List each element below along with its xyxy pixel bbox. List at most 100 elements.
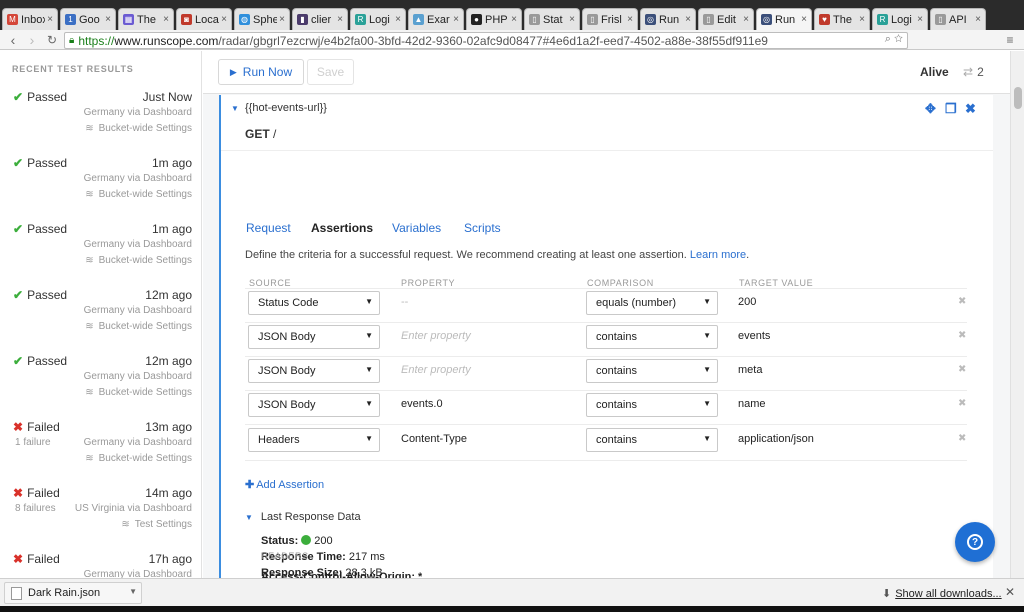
browser-tab[interactable]: ▮ clier × — [292, 8, 348, 30]
browser-tab[interactable]: ▲ Exar × — [408, 8, 464, 30]
target-value-field[interactable]: events — [738, 330, 770, 342]
remove-assertion-icon[interactable]: ✖ — [958, 398, 966, 409]
browser-tab[interactable]: ♥ The × — [814, 8, 870, 30]
remove-assertion-icon[interactable]: ✖ — [958, 433, 966, 444]
target-value-field[interactable]: name — [738, 398, 766, 410]
tab-close-icon[interactable]: × — [569, 14, 575, 25]
source-select[interactable]: JSON Body ▼ — [248, 359, 380, 383]
result-item[interactable]: ✔ Passed 1m ago Germany via Dashboard ≋ Bucke… — [0, 222, 201, 288]
zoom-star-icon[interactable]: ⌕ ☆ — [885, 33, 903, 46]
remove-assertion-icon[interactable]: ✖ — [958, 296, 966, 307]
property-field[interactable]: -- — [401, 296, 408, 308]
comparison-select[interactable]: contains ▼ — [586, 359, 718, 383]
column-target-value: TARGET VALUE — [739, 278, 814, 288]
browser-tab[interactable]: R Logi × — [872, 8, 928, 30]
chrome-menu-icon[interactable]: ≡ — [1002, 30, 1018, 50]
run-now-button[interactable]: ▶ Run Now — [218, 59, 304, 85]
tab-close-icon[interactable]: × — [163, 14, 169, 25]
target-value-field[interactable]: application/json — [738, 433, 814, 445]
collapse-icon[interactable]: ▼ — [231, 104, 239, 113]
tab-close-icon[interactable]: × — [453, 14, 459, 25]
download-item[interactable]: Dark Rain.json ▼ — [4, 582, 142, 604]
comparison-select[interactable]: equals (number) ▼ — [586, 291, 718, 315]
result-item[interactable]: ✖ Failed 13m ago 1 failure Germany via Dashb… — [0, 420, 201, 486]
browser-tab[interactable]: ▯ Frisl × — [582, 8, 638, 30]
browser-tab[interactable]: ▯ API × — [930, 8, 986, 30]
property-field[interactable]: events.0 — [401, 398, 443, 410]
browser-tab[interactable]: ▦ The × — [118, 8, 174, 30]
row-divider — [245, 356, 967, 357]
result-item[interactable]: ✖ Failed 14m ago 8 failures US Virginia via … — [0, 486, 201, 552]
learn-more-link[interactable]: Learn more — [690, 249, 746, 261]
browser-tab[interactable]: ● PHP × — [466, 8, 522, 30]
target-value-field[interactable]: meta — [738, 364, 762, 376]
tab-close-icon[interactable]: × — [337, 14, 343, 25]
comparison-select[interactable]: contains ▼ — [586, 325, 718, 349]
remove-assertion-icon[interactable]: ✖ — [958, 330, 966, 341]
close-downloads-icon[interactable]: ✕ — [1005, 585, 1015, 599]
comparison-select[interactable]: contains ▼ — [586, 428, 718, 452]
reload-icon[interactable]: ↻ — [44, 30, 60, 50]
browser-tab[interactable]: ◍ Sphe × — [234, 8, 290, 30]
tab-variables[interactable]: Variables — [392, 221, 441, 235]
tab-close-icon[interactable]: × — [801, 14, 807, 25]
tab-close-icon[interactable]: × — [975, 14, 981, 25]
comparison-select[interactable]: contains ▼ — [586, 393, 718, 417]
move-icon[interactable]: ✥ — [925, 101, 936, 117]
duplicate-icon[interactable]: ❐ — [945, 101, 957, 117]
chevron-down-icon[interactable]: ▼ — [129, 587, 137, 596]
target-value-field[interactable]: 200 — [738, 296, 756, 308]
result-time: 12m ago — [145, 354, 192, 368]
result-item[interactable]: ✔ Passed 12m ago Germany via Dashboard ≋ Buck… — [0, 354, 201, 420]
property-field[interactable]: Content-Type — [401, 433, 467, 445]
result-item[interactable]: ✔ Passed 1m ago Germany via Dashboard ≋ Bucke… — [0, 156, 201, 222]
scrollbar-thumb[interactable] — [1014, 87, 1022, 109]
save-button[interactable]: Save — [307, 59, 354, 85]
browser-tab[interactable]: MInbox× — [2, 8, 58, 30]
source-select[interactable]: JSON Body ▼ — [248, 325, 380, 349]
tab-close-icon[interactable]: × — [743, 14, 749, 25]
property-field[interactable]: Enter property — [401, 330, 471, 342]
test-name[interactable]: Alive — [920, 65, 949, 79]
result-item[interactable]: ✖ Failed 17h ago Germany via Dashboard — [0, 552, 201, 578]
add-assertion-button[interactable]: ✚ Add Assertion — [245, 478, 324, 491]
source-value: JSON Body — [258, 365, 316, 377]
browser-tab[interactable]: ◙ Loca × — [176, 8, 232, 30]
tab-title: API — [949, 13, 967, 26]
browser-tab[interactable]: 1 Goo × — [60, 8, 116, 30]
tab-assertions[interactable]: Assertions — [311, 221, 373, 235]
tab-close-icon[interactable]: × — [395, 14, 401, 25]
tab-close-icon[interactable]: × — [859, 14, 865, 25]
result-item[interactable]: ✔ Passed Just Now Germany via Dashboard ≋ Buc… — [0, 90, 201, 156]
last-response-toggle[interactable]: ▼ Last Response Data — [245, 511, 361, 523]
browser-tab[interactable]: ◎ Run × — [640, 8, 696, 30]
tab-close-icon[interactable]: × — [685, 14, 691, 25]
property-field[interactable]: Enter property — [401, 364, 471, 376]
tab-close-icon[interactable]: × — [47, 14, 53, 25]
forward-icon[interactable]: › — [24, 30, 40, 50]
source-select[interactable]: Status Code ▼ — [248, 291, 380, 315]
remove-assertion-icon[interactable]: ✖ — [958, 364, 966, 375]
browser-tab[interactable]: ▯ Stat × — [524, 8, 580, 30]
tab-close-icon[interactable]: × — [279, 14, 285, 25]
tab-request[interactable]: Request — [246, 221, 291, 235]
help-button[interactable]: ? — [955, 522, 995, 562]
delete-step-icon[interactable]: ✖ — [965, 101, 976, 117]
browser-tab[interactable]: ◎ Run × — [756, 8, 812, 30]
result-item[interactable]: ✔ Passed 12m ago Germany via Dashboard ≋ Buck… — [0, 288, 201, 354]
tab-close-icon[interactable]: × — [627, 14, 633, 25]
browser-tab[interactable]: ▯ Edit × — [698, 8, 754, 30]
show-all-downloads-link[interactable]: ⬇ Show all downloads... — [882, 587, 1002, 600]
tab-close-icon[interactable]: × — [511, 14, 517, 25]
step-count[interactable]: ⇄ 2 — [963, 65, 984, 79]
tab-close-icon[interactable]: × — [105, 14, 111, 25]
page-scrollbar[interactable] — [1010, 51, 1024, 578]
source-select[interactable]: JSON Body ▼ — [248, 393, 380, 417]
source-select[interactable]: Headers ▼ — [248, 428, 380, 452]
back-icon[interactable]: ‹ — [5, 30, 21, 50]
tab-close-icon[interactable]: × — [917, 14, 923, 25]
tab-scripts[interactable]: Scripts — [464, 221, 501, 235]
browser-tab[interactable]: R Logi × — [350, 8, 406, 30]
tab-close-icon[interactable]: × — [221, 14, 227, 25]
address-bar[interactable]: 🔒︎ https://www.runscope.com/radar/gbgrl7… — [64, 32, 908, 49]
